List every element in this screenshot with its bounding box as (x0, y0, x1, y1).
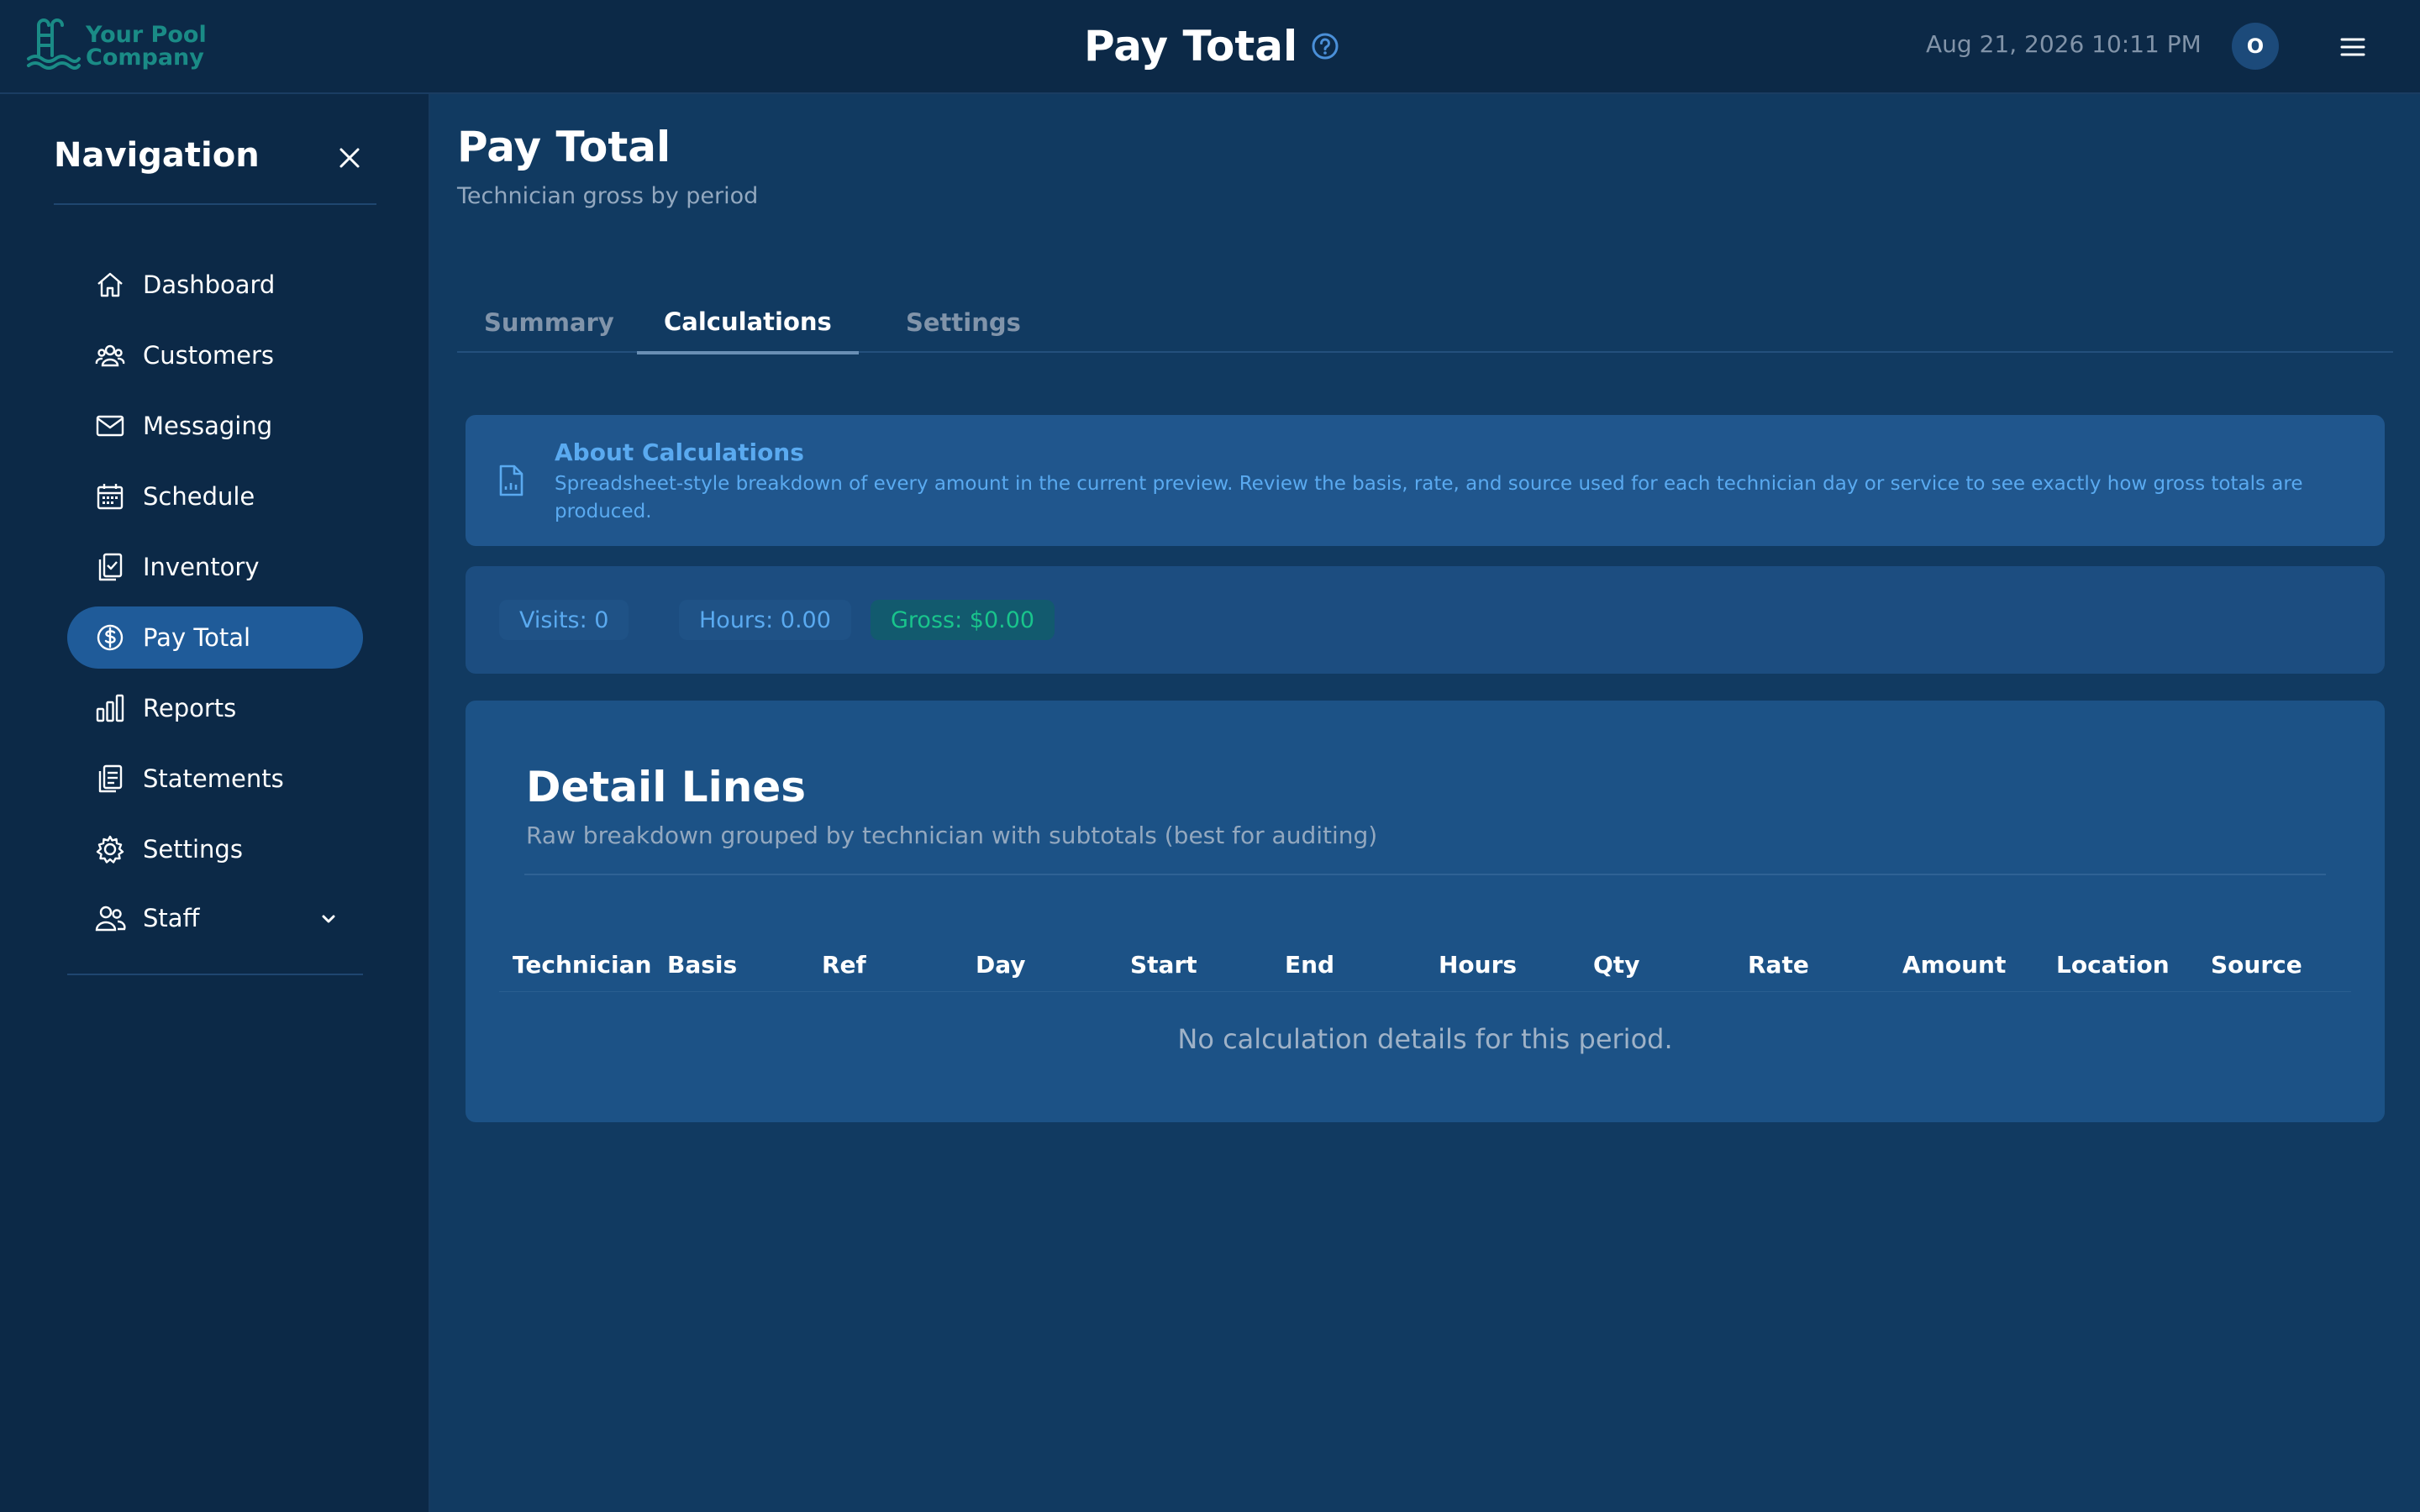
column-header-end[interactable]: End (1285, 951, 1334, 979)
about-title: About Calculations (555, 438, 804, 466)
detail-title: Detail Lines (526, 763, 807, 811)
sidebar: Navigation Dashboard Customers Messaging (0, 94, 430, 1512)
detail-divider (524, 874, 2326, 875)
sidebar-item-label: Settings (143, 835, 243, 864)
sidebar-item-label: Staff (143, 904, 200, 932)
column-header-rate[interactable]: Rate (1748, 951, 1809, 979)
home-icon (94, 269, 126, 301)
mail-icon (94, 410, 126, 442)
tab-bar: Summary Calculations Settings (457, 292, 2393, 354)
close-icon[interactable] (333, 141, 366, 175)
about-text: Spreadsheet-style breakdown of every amo… (555, 473, 2303, 522)
sidebar-item-label: Reports (143, 694, 237, 722)
sidebar-item-customers[interactable]: Customers (67, 324, 363, 386)
column-header-source[interactable]: Source (2211, 951, 2302, 979)
gear-icon (94, 833, 126, 865)
calendar-icon (94, 480, 126, 512)
column-header-location[interactable]: Location (2056, 951, 2170, 979)
chevron-down-icon[interactable] (318, 907, 339, 929)
sidebar-item-label: Dashboard (143, 270, 276, 299)
sidebar-item-reports[interactable]: Reports (67, 677, 363, 739)
tab-summary[interactable]: Summary (457, 292, 641, 353)
sidebar-divider (67, 974, 363, 975)
sidebar-item-label: Customers (143, 341, 274, 370)
column-header-basis[interactable]: Basis (667, 951, 737, 979)
tab-settings[interactable]: Settings (879, 292, 1048, 353)
sidebar-item-dashboard[interactable]: Dashboard (67, 254, 363, 316)
page-title: Pay Total (457, 123, 671, 171)
column-header-ref[interactable]: Ref (822, 951, 866, 979)
sidebar-item-label: Messaging (143, 412, 273, 440)
logo-text: Your Pool Company (86, 22, 207, 71)
detail-lines-panel: Detail Lines Raw breakdown grouped by te… (466, 701, 2385, 1122)
hamburger-menu-icon[interactable] (2336, 30, 2370, 64)
user-avatar[interactable]: O (2232, 23, 2279, 70)
sidebar-item-staff[interactable]: Staff (67, 887, 363, 949)
sidebar-item-messaging[interactable]: Messaging (67, 395, 363, 457)
column-header-day[interactable]: Day (976, 951, 1026, 979)
visits-badge: Visits: 0 (499, 600, 629, 640)
sidebar-item-label: Statements (143, 764, 284, 793)
header-datetime: Aug 21, 2026 10:11 PM (1926, 30, 2202, 58)
sidebar-item-label: Schedule (143, 482, 255, 511)
empty-table-message: No calculation details for this period. (1177, 1023, 1673, 1055)
header-title: Pay Total (1084, 18, 1339, 74)
sidebar-divider (54, 203, 376, 205)
column-header-amount[interactable]: Amount (1902, 951, 2006, 979)
sidebar-item-settings[interactable]: Settings (67, 818, 363, 880)
document-chart-icon (496, 464, 526, 497)
table-header-divider (499, 991, 2351, 992)
sidebar-item-pay-total[interactable]: Pay Total (67, 606, 363, 669)
clipboard-check-icon (94, 551, 126, 583)
column-header-qty[interactable]: Qty (1593, 951, 1639, 979)
sidebar-item-label: Pay Total (143, 623, 251, 652)
about-calculations-panel: About Calculations Spreadsheet-style bre… (466, 415, 2385, 546)
sidebar-item-schedule[interactable]: Schedule (67, 465, 363, 528)
sidebar-item-statements[interactable]: Statements (67, 748, 363, 810)
header-title-text: Pay Total (1084, 22, 1298, 71)
hours-badge: Hours: 0.00 (679, 600, 851, 640)
sidebar-item-label: Inventory (143, 553, 260, 581)
company-logo[interactable]: Your Pool Company (24, 17, 207, 76)
column-header-technician[interactable]: Technician (513, 951, 651, 979)
gross-badge: Gross: $0.00 (871, 600, 1055, 640)
dollar-circle-icon (94, 622, 126, 654)
users-icon (94, 339, 126, 371)
tab-calculations[interactable]: Calculations (637, 292, 859, 354)
main-content: Pay Total Technician gross by period Sum… (432, 94, 2420, 1512)
column-header-start[interactable]: Start (1130, 951, 1197, 979)
page-subtitle: Technician gross by period (457, 183, 759, 209)
help-icon[interactable] (1311, 32, 1339, 60)
detail-subtitle: Raw breakdown grouped by technician with… (526, 822, 1378, 849)
top-header: Your Pool Company Pay Total Aug 21, 2026… (0, 0, 2420, 94)
sidebar-item-inventory[interactable]: Inventory (67, 536, 363, 598)
stats-panel: Visits: 0 Hours: 0.00 Gross: $0.00 (466, 566, 2385, 674)
pool-logo-icon (27, 18, 81, 70)
staff-icon (94, 902, 126, 934)
statements-icon (94, 763, 126, 795)
sidebar-title: Navigation (54, 136, 260, 175)
column-header-hours[interactable]: Hours (1439, 951, 1517, 979)
bar-chart-icon (94, 692, 126, 724)
